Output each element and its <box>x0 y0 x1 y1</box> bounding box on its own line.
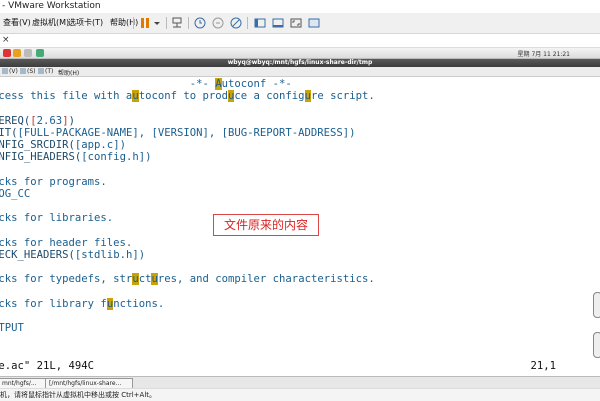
vm-display[interactable]: 星期 7月 11 21:21 wbyq@wbyq:/mnt/hgfs/linux… <box>0 48 600 373</box>
scroll-handle[interactable] <box>593 332 600 358</box>
chevron-down-icon[interactable] <box>150 16 164 30</box>
editor-line: ONFIG_HEADERS([config.h]) <box>0 151 151 163</box>
vim-status-file: re.ac" 21L, 494C <box>0 360 95 372</box>
code-text: [app.c]) <box>74 139 126 151</box>
menu-view[interactable]: 查看(V) <box>3 17 31 28</box>
code-text: ) <box>68 114 75 127</box>
console-view-icon[interactable] <box>271 16 285 30</box>
toolbar-separator <box>247 17 248 29</box>
editor-line: ecks for library functions. <box>0 297 165 310</box>
editor-line: UTPUT <box>0 322 24 334</box>
code-text: ocess this file with a <box>0 90 133 103</box>
code-text: ONFIG_HEADERS( <box>0 151 82 164</box>
vmware-hint-bar: 机，请将鼠标指针从虚拟机中移出或按 Ctrl+Alt。 <box>0 388 600 401</box>
snapshot-icon[interactable] <box>193 16 207 30</box>
guest-clock[interactable]: 星期 7月 11 21:21 <box>518 49 570 58</box>
terminal-menu-item[interactable]: (V) <box>2 68 18 75</box>
terminal-menu-item[interactable]: (T) <box>38 68 53 75</box>
code-text: re script. <box>310 90 375 103</box>
editor-line: -*- Autoconf -*- <box>0 78 292 90</box>
close-tab-icon[interactable]: × <box>2 34 10 47</box>
code-text: [stdlib.h]) <box>74 248 146 261</box>
code-text: ct <box>138 273 152 286</box>
scroll-handle[interactable] <box>593 292 600 318</box>
editor-line: ecks for header files. <box>0 237 132 249</box>
fullscreen-icon[interactable] <box>289 16 303 30</box>
code-text: REREQ( <box>0 114 31 127</box>
guest-taskbar: mnt/hgfs/... [/mnt/hgfs/linux-share... <box>0 376 600 389</box>
code-text: ROG_CC <box>0 187 31 200</box>
code-text: ce a config <box>234 90 305 103</box>
code-text: UTPUT <box>0 322 24 334</box>
code-text: [FULL-PACKAGE-NAME], [VERSION], [BUG-REP… <box>17 126 356 139</box>
code-text: -*- <box>0 78 216 90</box>
menu-vm[interactable]: 虚拟机(M) <box>32 17 69 28</box>
toolbar-separator <box>188 17 189 29</box>
editor-line: REREQ([2.63]) <box>0 115 75 127</box>
toolbar-separator <box>133 17 134 29</box>
code-text: 2.63 <box>36 114 63 127</box>
code-text: ONFIG_SRCDIR( <box>0 139 75 151</box>
code-text: ecks for typedefs, str <box>0 273 133 286</box>
network-icon[interactable] <box>170 16 184 30</box>
terminal-menu-item[interactable]: 帮助(H) <box>58 68 79 77</box>
code-text: ecks for library f <box>0 297 107 310</box>
editor-line: HECK_HEADERS([stdlib.h]) <box>0 249 145 261</box>
snapshot-manager-icon[interactable] <box>229 16 243 30</box>
revert-snapshot-icon[interactable] <box>211 16 225 30</box>
menu-tabs[interactable]: 选项卡(T) <box>68 17 103 28</box>
code-text: NIT( <box>0 126 18 139</box>
mail-icon[interactable] <box>24 49 32 57</box>
editor-line: ecks for typedefs, structures, and compi… <box>0 273 375 286</box>
tab-row: × <box>0 34 600 48</box>
editor-line: ecks for programs. <box>0 176 107 188</box>
menubar: 查看(V) 虚拟机(M) 选项卡(T) 帮助(H) <box>0 13 600 34</box>
annotation-callout: 文件原来的内容 <box>213 214 319 236</box>
editor-line: ocess this file with autoconf to produce… <box>0 90 375 103</box>
code-text: HECK_HEADERS( <box>0 248 75 261</box>
scrollbar[interactable] <box>593 288 600 373</box>
help-icon[interactable] <box>36 49 44 57</box>
code-text: [config.h]) <box>81 151 152 164</box>
code-text: toconf to prod <box>138 90 229 103</box>
sidebar-view-icon[interactable] <box>253 16 267 30</box>
code-text: ecks for libraries. <box>0 212 114 225</box>
window-title: - VMware Workstation <box>2 1 101 11</box>
unity-icon[interactable] <box>307 16 321 30</box>
editor-line: ROG_CC <box>0 188 30 200</box>
terminal-titlebar: wbyq@wbyq:/mnt/hgfs/linux-share-dir/tmp <box>0 59 600 67</box>
editor-line: NIT([FULL-PACKAGE-NAME], [VERSION], [BUG… <box>0 127 356 139</box>
editor-line: ecks for libraries. <box>0 212 113 224</box>
firefox-icon[interactable] <box>13 49 21 57</box>
editor-line: ONFIG_SRCDIR([app.c]) <box>0 139 126 151</box>
toolbar-separator <box>166 17 167 29</box>
vim-cursor-position: 21,1 <box>530 360 556 372</box>
terminal-menu-item[interactable]: (S) <box>20 68 36 75</box>
code-text: utoconf -*- <box>221 78 292 90</box>
code-text: nctions. <box>113 297 165 310</box>
window-titlebar: - VMware Workstation <box>0 0 600 13</box>
menu-help[interactable]: 帮助(H) <box>110 17 138 28</box>
hint-text: 机，请将鼠标指针从虚拟机中移出或按 Ctrl+Alt。 <box>0 391 157 399</box>
applications-icon[interactable] <box>3 49 11 57</box>
code-text: ecks for header files. <box>0 236 133 249</box>
terminal-menubar: (V) (S) (T) 帮助(H) <box>0 67 600 77</box>
code-text: ecks for programs. <box>0 175 107 188</box>
code-text: res, and compiler characteristics. <box>157 273 375 286</box>
guest-top-panel: 星期 7月 11 21:21 <box>0 48 600 59</box>
